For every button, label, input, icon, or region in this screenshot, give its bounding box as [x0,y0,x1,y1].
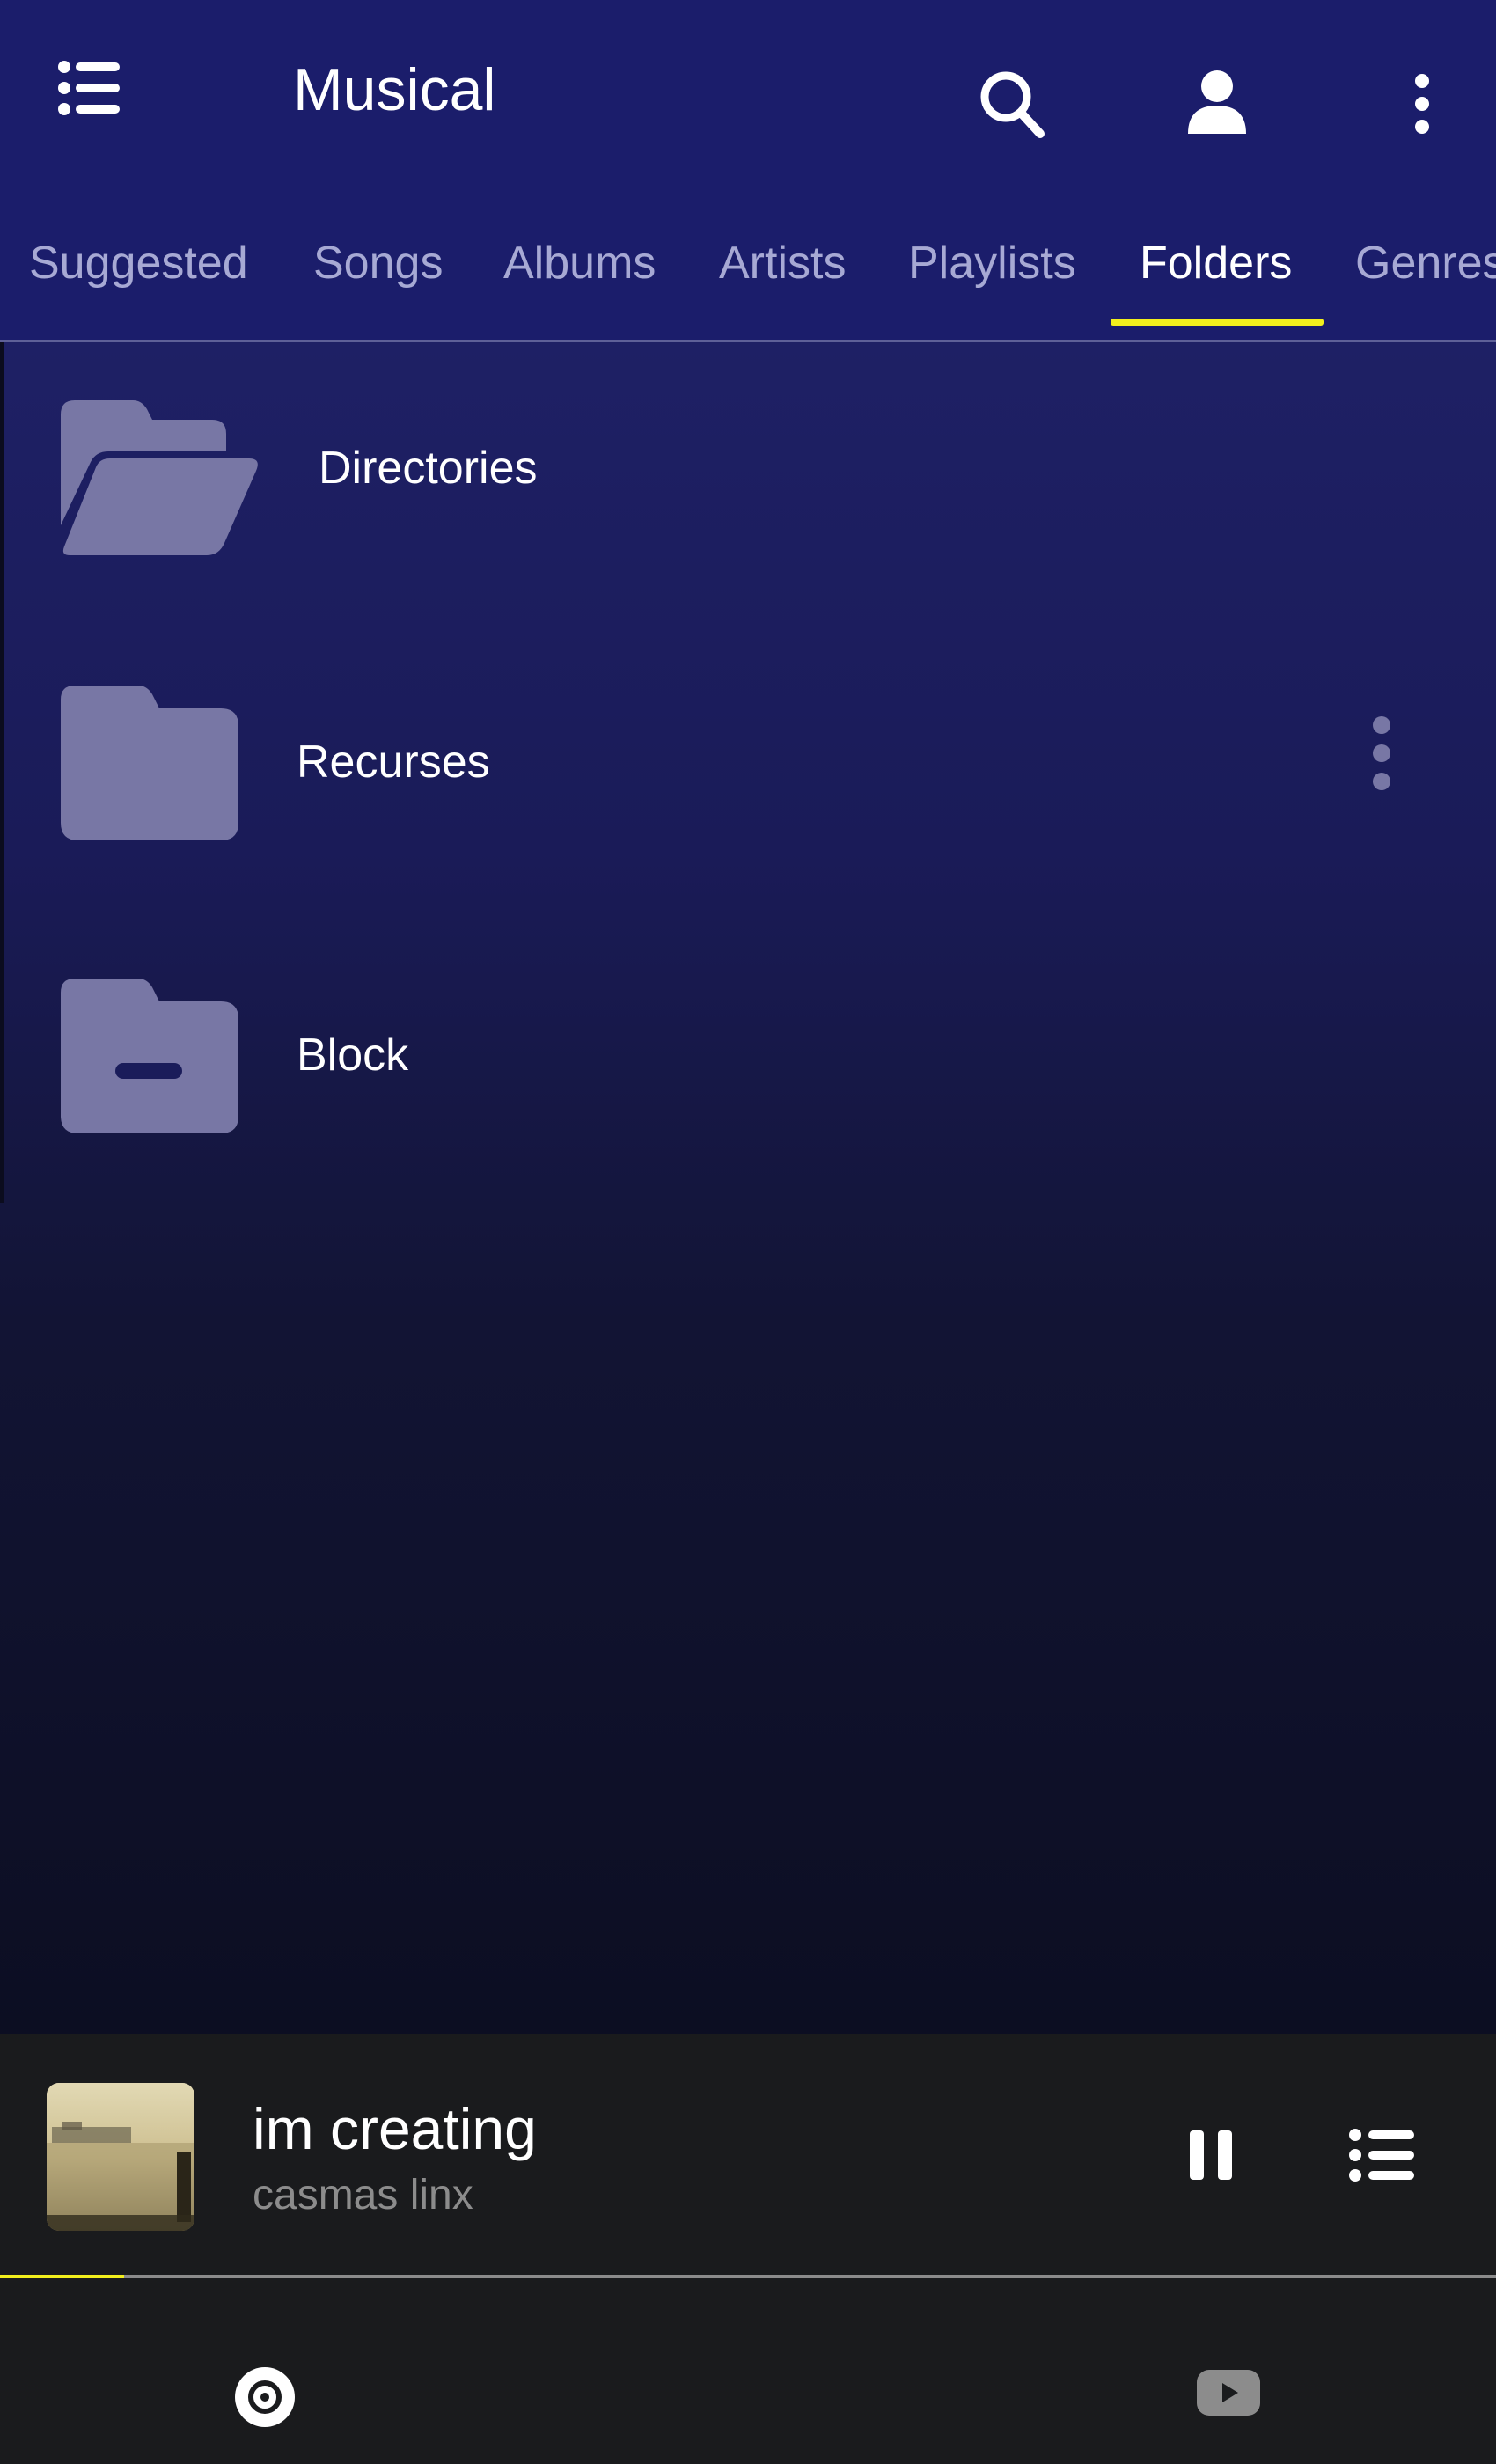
account-icon[interactable] [1188,70,1246,134]
bottom-nav [0,2278,1496,2464]
youtube-icon[interactable] [1197,2370,1260,2416]
active-tab-indicator [1111,319,1324,326]
tab-playlists[interactable]: Playlists [908,229,1076,327]
folder-block-icon [61,979,238,1133]
folder-label: Block [297,1030,409,1081]
mini-player[interactable]: im creating casmas linx [0,2034,1496,2278]
app-bar: Musical Suggested Songs Albums Artists P… [0,0,1496,342]
tab-genres[interactable]: Genres [1355,229,1496,327]
tab-suggested[interactable]: Suggested [29,229,248,327]
folder-label: Recurses [297,737,490,788]
folder-open-icon [61,400,260,555]
track-title[interactable]: im creating [253,2095,537,2162]
disc-icon[interactable] [234,2366,296,2428]
app-title: Musical [293,56,496,123]
track-artist: casmas linx [253,2172,473,2218]
list-item[interactable]: Directories [0,370,1496,572]
folder-label: Directories [319,443,538,494]
tab-songs[interactable]: Songs [313,229,443,327]
folder-icon [61,686,238,840]
tab-bar: Suggested Songs Albums Artists Playlists… [0,229,1496,341]
tab-folders[interactable]: Folders [1140,229,1292,327]
list-icon[interactable] [58,60,120,116]
more-vert-icon[interactable] [1406,74,1438,134]
pause-icon[interactable] [1190,2130,1232,2180]
folder-list: Directories Recurses Block [0,342,1496,2034]
search-icon[interactable] [979,69,1045,139]
tab-albums[interactable]: Albums [503,229,656,327]
album-art[interactable] [47,2083,194,2231]
list-item[interactable]: Recurses [0,664,1496,866]
queue-list-icon[interactable] [1349,2129,1414,2182]
tab-artists[interactable]: Artists [719,229,846,327]
list-item[interactable]: Block [0,957,1496,1159]
more-vert-icon[interactable] [1364,716,1399,790]
